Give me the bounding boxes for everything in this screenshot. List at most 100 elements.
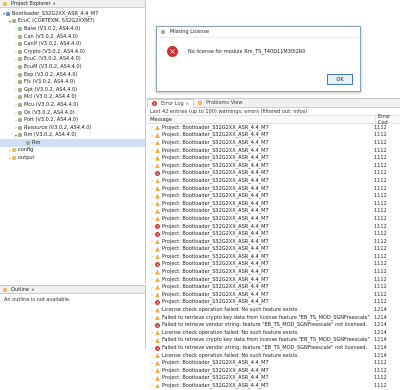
close-icon[interactable]: × [31, 287, 34, 292]
expand-chevron-icon[interactable]: › [149, 194, 155, 199]
log-entry-row[interactable]: ›Project: Bootloader_S32G2XX_ASR_4.4_M71… [147, 177, 400, 185]
dialog-titlebar[interactable]: Missing License [157, 27, 360, 38]
log-entry-row[interactable]: ›Project: Bootloader_S32G2XX_ASR_4.4_M71… [147, 299, 400, 307]
tree-item-module[interactable]: › Can (V3.0.2, AS4.4.0) [0, 33, 145, 41]
log-entry-row[interactable]: ›Project: Bootloader_S32G2XX_ASR_4.4_M71… [147, 261, 400, 269]
tree-item-module[interactable]: › Eep (V3.0.2, AS4.4.0) [0, 71, 145, 79]
close-icon[interactable]: × [186, 101, 189, 106]
expand-chevron-icon[interactable]: › [149, 338, 155, 343]
log-entry-row[interactable]: ›Project: Bootloader_S32G2XX_ASR_4.4_M71… [147, 223, 400, 231]
warning-icon [155, 193, 160, 199]
log-entry-row[interactable]: ›Project: Bootloader_S32G2XX_ASR_4.4_M71… [147, 283, 400, 291]
tree-item-ecuc[interactable]: ▾ EcuC (CORTEXM, S32G2XXM7) [0, 18, 145, 26]
column-header-message[interactable]: Message [147, 117, 375, 123]
expand-chevron-icon[interactable]: › [149, 368, 155, 373]
expand-chevron-icon[interactable]: › [149, 361, 155, 366]
expand-chevron-icon[interactable]: › [149, 247, 155, 252]
expand-chevron-icon[interactable]: › [149, 383, 155, 388]
log-entry-row[interactable]: ›Project: Bootloader_S32G2XX_ASR_4.4_M71… [147, 200, 400, 208]
log-entry-row[interactable]: ›Project: Bootloader_S32G2XX_ASR_4.4_M71… [147, 238, 400, 246]
log-entry-row[interactable]: ›Project: Bootloader_S32G2XX_ASR_4.4_M71… [147, 276, 400, 284]
expand-chevron-icon[interactable]: › [149, 148, 155, 153]
tree-item-module[interactable]: › Crypto (V3.0.2, AS4.4.0) [0, 48, 145, 56]
log-entry-row[interactable]: ›Failed to retrieve vendor string: featu… [147, 321, 400, 329]
expand-chevron-icon[interactable]: › [149, 156, 155, 161]
tree-item-module[interactable]: › EcuM (V3.0.2, AS4.4.0) [0, 63, 145, 71]
tree-item-project[interactable]: ▾ Bootloader_S32G2XX_ASR_4.4_M7 [0, 10, 145, 18]
log-entry-row[interactable]: ›Project: Bootloader_S32G2XX_ASR_4.4_M71… [147, 147, 400, 155]
expand-chevron-icon[interactable]: › [149, 201, 155, 206]
expand-chevron-icon[interactable]: › [149, 270, 155, 275]
close-icon[interactable]: × [53, 1, 56, 6]
project-explorer-tab[interactable]: Project Explorer × [0, 0, 145, 8]
ok-button[interactable]: OK [327, 74, 353, 85]
log-entry-row[interactable]: › Failed to retrieve crypto key data from… [147, 337, 400, 345]
log-entry-row[interactable]: ›Project: Bootloader_S32G2XX_ASR_4.4_M71… [147, 246, 400, 254]
expand-chevron-icon[interactable]: › [149, 216, 155, 221]
log-entry-row[interactable]: ›Project: Bootloader_S32G2XX_ASR_4.4_M71… [147, 367, 400, 375]
expand-chevron-icon[interactable]: › [149, 277, 155, 282]
expand-chevron-icon[interactable]: › [149, 285, 155, 290]
log-entry-row[interactable]: ›Project: Bootloader_S32G2XX_ASR_4.4_M71… [147, 185, 400, 193]
expand-chevron-icon[interactable]: › [149, 178, 155, 183]
expand-chevron-icon[interactable]: › [149, 292, 155, 297]
log-entry-row[interactable]: ›Project: Bootloader_S32G2XX_ASR_4.4_M71… [147, 375, 400, 383]
tree-item-module[interactable]: › Mcu (V3.0.2, AS4.4.0) [0, 101, 145, 109]
expand-chevron-icon[interactable]: › [149, 133, 155, 138]
tree-item-module[interactable]: › Resource (V3.0.2, AS4.4.0) [0, 124, 145, 132]
expand-chevron-icon[interactable]: › [149, 163, 155, 168]
tab-problems-view[interactable]: Problems View [194, 99, 247, 107]
log-entry-row[interactable]: ›Project: Bootloader_S32G2XX_ASR_4.4_M71… [147, 162, 400, 170]
expand-chevron-icon[interactable]: › [149, 315, 155, 320]
tree-item-module[interactable]: › Base (V3.0.2, AS4.4.0) [0, 25, 145, 33]
tree-item-output[interactable]: › output [0, 154, 145, 162]
log-entry-row[interactable]: ›Project: Bootloader_S32G2XX_ASR_4.4_M71… [147, 253, 400, 261]
tree-item-module[interactable]: › CanIf (V3.0.2, AS4.4.0) [0, 40, 145, 48]
log-entry-row[interactable]: ›Project: Bootloader_S32G2XX_ASR_4.4_M71… [147, 132, 400, 140]
outline-tab[interactable]: Outline × [0, 286, 145, 294]
expand-chevron-icon[interactable]: › [149, 308, 155, 313]
tree-item-module[interactable]: › Fls (V3.0.2, AS4.4.0) [0, 78, 145, 86]
log-entry-row[interactable]: ›Project: Bootloader_S32G2XX_ASR_4.4_M71… [147, 382, 400, 390]
tree-item-module[interactable]: › EcuC (V3.0.2, AS4.4.0) [0, 56, 145, 64]
expand-chevron-icon[interactable]: › [149, 330, 155, 335]
warning-icon [155, 125, 160, 131]
expand-chevron-icon[interactable]: › [149, 125, 155, 130]
tree-item-module[interactable]: › Gpt (V3.0.2, AS4.4.0) [0, 86, 145, 94]
log-entry-row[interactable]: ›Project: Bootloader_S32G2XX_ASR_4.4_M71… [147, 154, 400, 162]
log-entry-row[interactable]: › License check operation failed: No such… [147, 352, 400, 360]
warning-icon [155, 186, 160, 192]
log-entry-row[interactable]: ›Project: Bootloader_S32G2XX_ASR_4.4_M71… [147, 291, 400, 299]
log-entry-row[interactable]: › License check operation failed: No such… [147, 306, 400, 314]
expand-chevron-icon[interactable]: › [149, 376, 155, 381]
log-entry-row[interactable]: ›Project: Bootloader_S32G2XX_ASR_4.4_M71… [147, 124, 400, 132]
log-entry-row[interactable]: › License check operation failed: No such… [147, 329, 400, 337]
tree-item-module[interactable]: › Os (V3.0.2, AS4.4.0) [0, 109, 145, 117]
log-entry-row[interactable]: ›Project: Bootloader_S32G2XX_ASR_4.4_M71… [147, 359, 400, 367]
log-entry-row[interactable]: ›Failed to retrieve vendor string: featu… [147, 344, 400, 352]
tree-item-module[interactable]: › Port (V3.0.2, AS4.4.0) [0, 116, 145, 124]
tree-item-rm-child[interactable]: Rm [0, 139, 145, 147]
expand-chevron-icon[interactable]: › [149, 353, 155, 358]
expand-chevron-icon[interactable]: › [149, 239, 155, 244]
expand-chevron-icon[interactable]: › [149, 254, 155, 259]
log-error-code: 1214 [374, 322, 387, 329]
log-error-code: 1112 [374, 170, 387, 177]
tree-item-module[interactable]: › Mcl (V3.0.2, AS4.4.0) [0, 94, 145, 102]
column-header-error-code[interactable]: Error Cod [375, 113, 400, 126]
expand-chevron-icon[interactable]: › [149, 186, 155, 191]
log-entry-row[interactable]: ›Project: Bootloader_S32G2XX_ASR_4.4_M71… [147, 215, 400, 223]
log-entry-row[interactable]: ›Project: Bootloader_S32G2XX_ASR_4.4_M71… [147, 268, 400, 276]
log-entry-row[interactable]: ›Project: Bootloader_S32G2XX_ASR_4.4_M71… [147, 230, 400, 238]
log-entry-row[interactable]: ›Project: Bootloader_S32G2XX_ASR_4.4_M71… [147, 192, 400, 200]
error-icon [155, 170, 160, 176]
log-entry-row[interactable]: ›Project: Bootloader_S32G2XX_ASR_4.4_M71… [147, 139, 400, 147]
expand-chevron-icon[interactable]: › [149, 140, 155, 145]
log-entry-row[interactable]: ›Project: Bootloader_S32G2XX_ASR_4.4_M71… [147, 170, 400, 178]
tree-item-config[interactable]: › config [0, 147, 145, 155]
log-entry-row[interactable]: ›Project: Bootloader_S32G2XX_ASR_4.4_M71… [147, 208, 400, 216]
log-entry-row[interactable]: › Failed to retrieve crypto key data from… [147, 314, 400, 322]
tab-error-log[interactable]: Error Log × [147, 98, 195, 108]
expand-chevron-icon[interactable]: › [149, 209, 155, 214]
tree-item-module[interactable]: ▾ Rm (V3.0.2, AS4.4.0) [0, 132, 145, 140]
